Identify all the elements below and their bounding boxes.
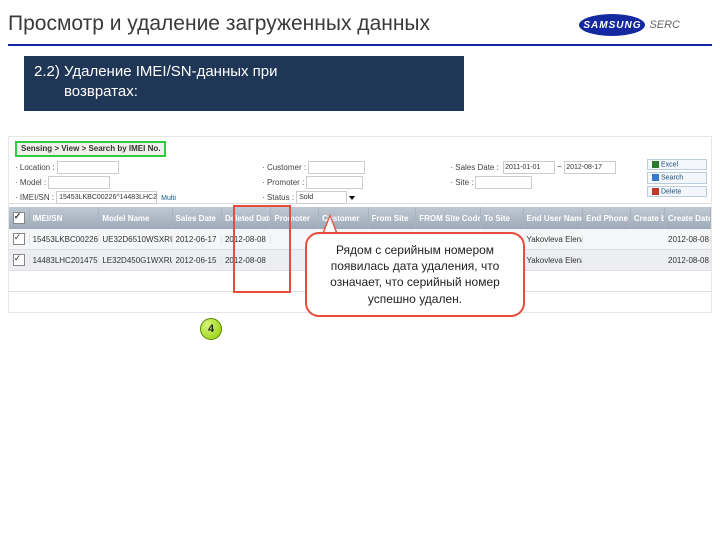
search-icon bbox=[652, 174, 659, 181]
status-input[interactable]: Sold bbox=[296, 191, 347, 204]
breadcrumb: Sensing > View > Search by IMEI No. bbox=[15, 141, 166, 157]
promoter-input[interactable] bbox=[306, 176, 363, 189]
col-model: Model Name bbox=[99, 207, 172, 229]
col-endphone: End Phone No bbox=[583, 207, 631, 229]
promoter-label: · Promoter : bbox=[262, 178, 304, 187]
callout-box: Рядом с серийным номером появилась дата … bbox=[305, 232, 525, 317]
customer-input[interactable] bbox=[308, 161, 365, 174]
row-checkbox[interactable] bbox=[13, 233, 25, 245]
chevron-down-icon[interactable] bbox=[349, 196, 355, 200]
grid-header: IMEI/SN Model Name Sales Date Deleted Da… bbox=[9, 207, 711, 229]
site-input[interactable] bbox=[475, 176, 532, 189]
col-createdate: Create Date bbox=[665, 207, 711, 229]
title-separator bbox=[8, 44, 712, 46]
date-to-input[interactable]: 2012-08-17 bbox=[564, 161, 616, 174]
site-label: · Site : bbox=[450, 178, 473, 187]
row-checkbox[interactable] bbox=[13, 254, 25, 266]
col-enduser: End User Name bbox=[524, 207, 584, 229]
col-from: From Site bbox=[369, 207, 417, 229]
brand-logo: SAMSUNG SERC bbox=[579, 14, 680, 36]
action-buttons: Excel Search Delete bbox=[647, 159, 707, 199]
model-label: · Model : bbox=[15, 178, 46, 187]
col-imei: IMEI/SN bbox=[30, 207, 100, 229]
step-subtitle: 2.2) Удаление IMEI/SN-данных при возврат… bbox=[24, 56, 464, 111]
customer-label: · Customer : bbox=[262, 163, 306, 172]
col-to: To Site bbox=[481, 207, 524, 229]
filter-bar: · Location : · Model : · IMEI/SN :15453L… bbox=[9, 159, 711, 204]
search-button[interactable]: Search bbox=[647, 172, 707, 183]
imei-label: · IMEI/SN : bbox=[15, 193, 54, 202]
delete-button[interactable]: Delete bbox=[647, 186, 707, 197]
status-label: · Status : bbox=[262, 193, 294, 202]
excel-button[interactable]: Excel bbox=[647, 159, 707, 170]
excel-icon bbox=[652, 161, 659, 168]
callout-pointer bbox=[322, 214, 338, 234]
samsung-logo: SAMSUNG bbox=[579, 14, 645, 36]
date-from-input[interactable]: 2011-01-01 bbox=[503, 161, 555, 174]
col-sales: Sales Date bbox=[173, 207, 222, 229]
page-title: Просмотр и удаление загруженных данных bbox=[8, 12, 430, 36]
select-all-checkbox[interactable] bbox=[13, 212, 25, 224]
location-label: · Location : bbox=[15, 163, 55, 172]
multi-button[interactable]: Multi bbox=[161, 195, 176, 202]
imei-input[interactable]: 15453LKBC00226^14483LHC2 bbox=[56, 191, 157, 204]
salesdate-label: · Sales Date : bbox=[450, 163, 498, 172]
location-input[interactable] bbox=[57, 161, 119, 174]
subtitle-line1: 2.2) Удаление IMEI/SN-данных при bbox=[34, 62, 454, 82]
col-createby: Create by bbox=[631, 207, 665, 229]
step-4-badge: 4 bbox=[200, 318, 222, 340]
model-input[interactable] bbox=[48, 176, 110, 189]
brand-tag: SERC bbox=[649, 19, 680, 31]
delete-icon bbox=[652, 188, 659, 195]
col-fromcode: FROM Site Code bbox=[416, 207, 481, 229]
col-promoter: Promoter bbox=[271, 207, 319, 229]
subtitle-line2: возвратах: bbox=[34, 82, 454, 102]
col-deleted: Deleted Date bbox=[222, 207, 271, 229]
